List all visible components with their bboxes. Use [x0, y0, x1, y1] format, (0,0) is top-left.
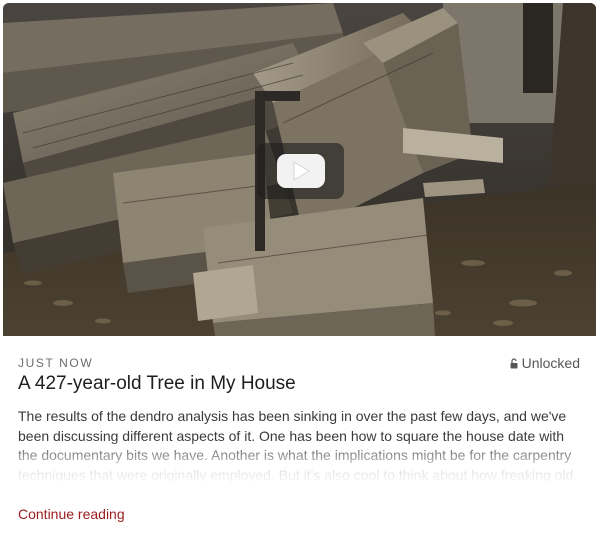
continue-reading-link[interactable]: Continue reading: [18, 506, 125, 522]
play-button[interactable]: [257, 143, 344, 199]
post-title[interactable]: A 427-year-old Tree in My House: [18, 373, 296, 395]
unlock-icon: [510, 357, 518, 369]
video-thumbnail[interactable]: [3, 3, 596, 336]
access-status: Unlocked: [510, 355, 580, 371]
play-icon: [276, 154, 325, 188]
excerpt-fade: [18, 439, 584, 485]
post-excerpt-container: The results of the dendro analysis has b…: [18, 407, 584, 485]
post-card: JUST NOW Unlocked A 427-year-old Tree in…: [0, 0, 600, 552]
post-timestamp: JUST NOW: [18, 356, 94, 370]
post-meta: JUST NOW Unlocked: [18, 355, 580, 371]
access-label: Unlocked: [521, 355, 580, 371]
